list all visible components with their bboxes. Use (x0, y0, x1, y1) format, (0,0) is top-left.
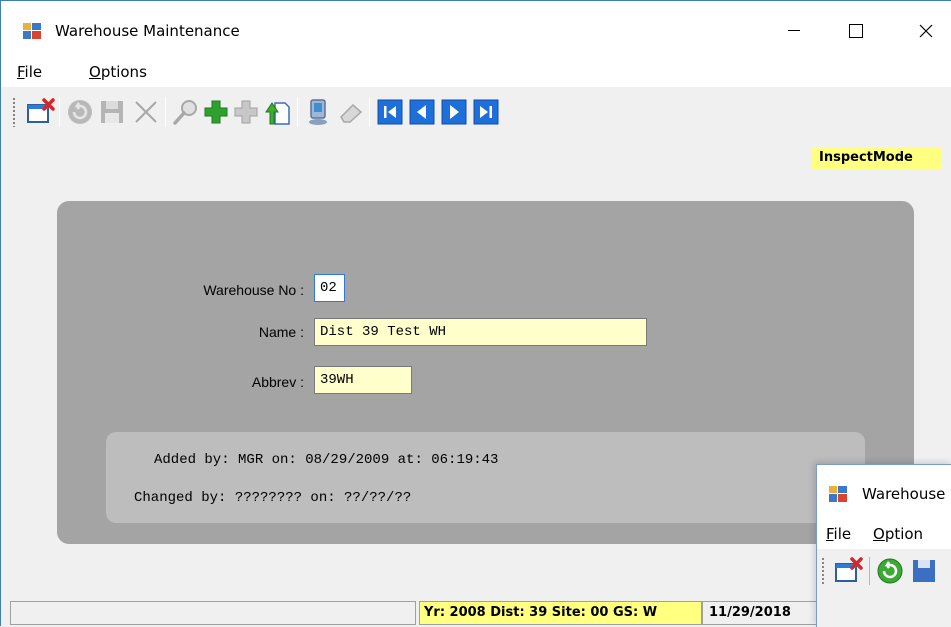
toolbar-separator (165, 97, 166, 127)
second-window-menu-bar: File Option (817, 521, 951, 549)
window-title: Warehouse Maintenance (55, 22, 240, 40)
toolbar-separator (297, 97, 298, 127)
app-icon (829, 486, 847, 502)
status-date: 11/29/2018 (702, 601, 822, 625)
second-menu-file[interactable]: File (826, 525, 851, 543)
name-field[interactable]: Dist 39 Test WH (314, 318, 647, 346)
add-icon[interactable] (201, 97, 231, 127)
minimize-icon (788, 30, 800, 31)
title-bar[interactable]: Warehouse Maintenance (1, 1, 951, 59)
status-context: Yr: 2008 Dist: 39 Site: 00 GS: W (419, 601, 702, 625)
name-label: Name : (258, 324, 304, 340)
warehouse-no-field[interactable]: 02 (314, 274, 345, 302)
next-record-icon[interactable] (439, 97, 469, 127)
previous-record-icon[interactable] (407, 97, 437, 127)
toolbar-grip[interactable] (821, 557, 825, 585)
export-icon[interactable] (261, 97, 291, 127)
maximize-button[interactable] (833, 15, 879, 47)
mode-badge: InspectMode (812, 147, 942, 169)
menu-bar: File Options (1, 59, 951, 87)
eraser-icon[interactable] (335, 97, 365, 127)
exit-icon[interactable] (833, 556, 863, 586)
menu-options[interactable]: Options (89, 63, 147, 81)
undo-icon[interactable] (65, 97, 95, 127)
changed-by-text: Changed by: ???????? on: ??/??/?? (134, 490, 412, 506)
toolbar-separator (59, 97, 60, 127)
status-message (10, 601, 416, 625)
close-button[interactable] (903, 15, 949, 47)
maximize-icon (849, 24, 863, 38)
toolbar-separator (369, 97, 370, 127)
toolbar-grip[interactable] (12, 97, 16, 127)
exit-icon[interactable] (25, 97, 55, 127)
status-bar: Yr: 2008 Dist: 39 Site: 00 GS: W 11/29/2… (1, 601, 951, 627)
toolbar-separator (869, 557, 870, 585)
last-record-icon[interactable] (471, 97, 501, 127)
audit-panel (106, 432, 865, 523)
second-window-title: Warehouse (862, 485, 946, 503)
minimize-button[interactable] (771, 15, 817, 47)
abbrev-field[interactable]: 39WH (314, 366, 412, 394)
undo-icon[interactable] (875, 556, 905, 586)
save-icon[interactable] (909, 556, 939, 586)
menu-file[interactable]: File (17, 63, 42, 81)
second-window-title-bar[interactable]: Warehouse (817, 465, 951, 521)
computer-icon[interactable] (303, 97, 333, 127)
second-window-toolbar (817, 551, 951, 591)
save-icon[interactable] (97, 97, 127, 127)
first-record-icon[interactable] (375, 97, 405, 127)
toolbar (1, 89, 951, 135)
second-menu-options[interactable]: Option (873, 525, 923, 543)
second-warehouse-window[interactable]: Warehouse File Option (816, 464, 951, 627)
delete-icon[interactable] (131, 97, 161, 127)
app-icon (23, 23, 41, 39)
close-icon (919, 24, 933, 38)
copy-add-icon[interactable] (231, 97, 261, 127)
added-by-text: Added by: MGR on: 08/29/2009 at: 06:19:4… (154, 452, 499, 468)
abbrev-label: Abbrev : (251, 374, 304, 390)
warehouse-maintenance-window: Warehouse Maintenance File Options Inspe… (0, 0, 951, 627)
warehouse-no-label: Warehouse No : (203, 282, 304, 298)
search-icon[interactable] (171, 97, 201, 127)
